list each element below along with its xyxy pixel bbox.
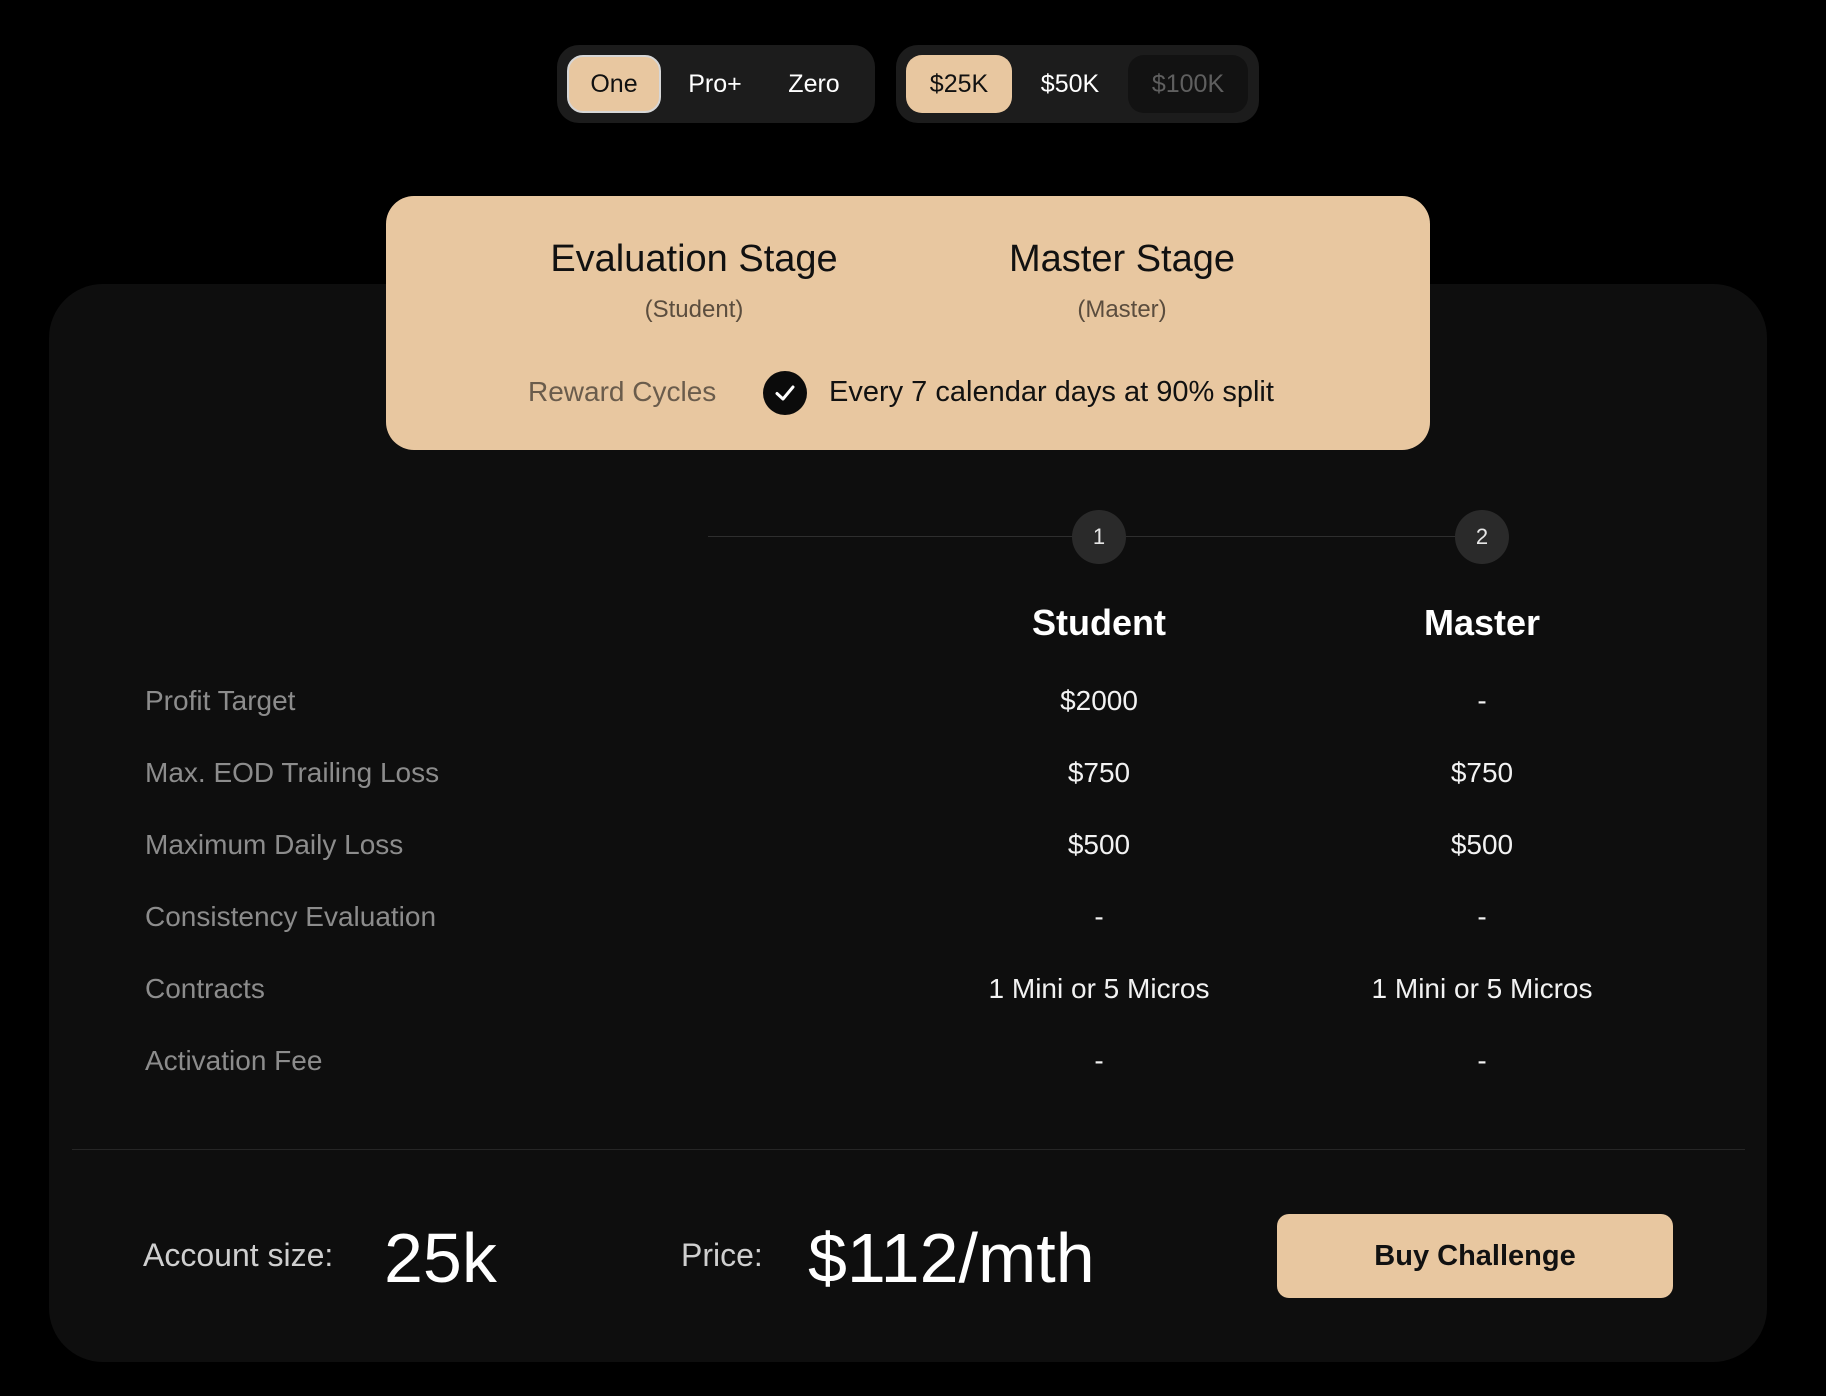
student-max-eod-trailing-loss: $750 (1067, 757, 1131, 788)
master-activation-fee: - (1477, 1045, 1487, 1076)
check-icon (763, 371, 807, 415)
master-max-eod-trailing-loss: $750 (1450, 757, 1514, 788)
master-maximum-daily-loss: $500 (1450, 829, 1514, 860)
plan-option-pro-plus[interactable]: Pro+ (667, 55, 763, 113)
reward-cycles-value: Every 7 calendar days at 90% split (829, 376, 1274, 408)
master-consistency-evaluation: - (1477, 901, 1487, 932)
row-label-profit-target: Profit Target (145, 685, 296, 716)
row-label-contracts: Contracts (145, 973, 265, 1004)
student-profit-target: $2000 (1060, 685, 1138, 716)
size-option-50k[interactable]: $50K (1018, 55, 1122, 113)
plan-option-one[interactable]: One (567, 55, 661, 113)
row-label-max-eod-trailing-loss: Max. EOD Trailing Loss (145, 757, 440, 788)
student-maximum-daily-loss: $500 (1067, 829, 1131, 860)
account-size-value: 25k (384, 1219, 497, 1297)
footer-divider (72, 1149, 1745, 1150)
step-2-badge: 2 (1455, 510, 1509, 564)
buy-challenge-button[interactable]: Buy Challenge (1277, 1214, 1673, 1298)
account-size-label: Account size: (143, 1237, 334, 1273)
column-header-student: Student (1032, 602, 1166, 643)
row-label-consistency-evaluation: Consistency Evaluation (145, 901, 437, 932)
column-header-master: Master (1423, 602, 1541, 643)
plan-option-zero[interactable]: Zero (769, 55, 859, 113)
evaluation-stage-title: Evaluation Stage (550, 238, 838, 280)
stepper-line (1126, 536, 1456, 537)
size-option-25k[interactable]: $25K (906, 55, 1012, 113)
stage-summary-panel: Evaluation Stage (Student) Master Stage … (386, 196, 1430, 450)
plan-selector: One Pro+ Zero (557, 45, 875, 123)
master-stage-subtitle: (Master) (1077, 296, 1167, 323)
student-contracts: 1 Mini or 5 Micros (988, 973, 1210, 1004)
row-label-maximum-daily-loss: Maximum Daily Loss (145, 829, 404, 860)
master-contracts: 1 Mini or 5 Micros (1371, 973, 1593, 1004)
evaluation-stage-subtitle: (Student) (644, 296, 744, 323)
step-1-badge: 1 (1072, 510, 1126, 564)
size-option-100k[interactable]: $100K (1128, 55, 1248, 113)
reward-cycles-label: Reward Cycles (528, 376, 717, 407)
master-stage-title: Master Stage (1009, 238, 1235, 280)
account-size-selector: $25K $50K $100K (896, 45, 1259, 123)
row-label-activation-fee: Activation Fee (145, 1045, 323, 1076)
price-label: Price: (681, 1237, 763, 1273)
price-value: $112/mth (808, 1219, 1095, 1297)
student-activation-fee: - (1094, 1045, 1104, 1076)
master-profit-target: - (1477, 685, 1487, 716)
stepper-line (708, 536, 1072, 537)
student-consistency-evaluation: - (1094, 901, 1104, 932)
